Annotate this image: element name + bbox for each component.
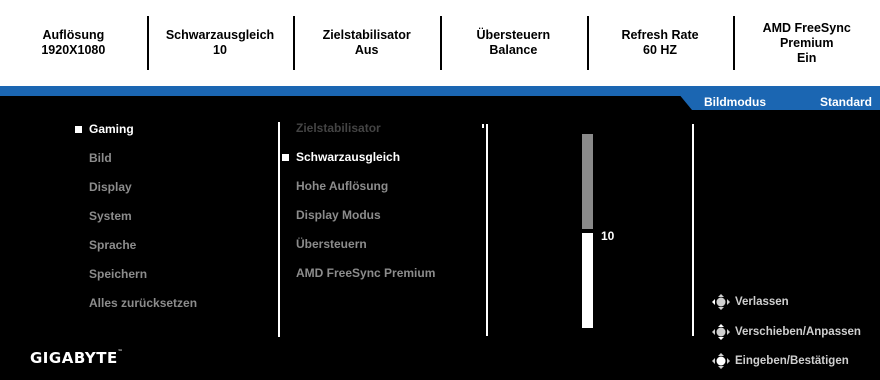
info-label-line2: Premium — [779, 35, 834, 50]
joystick-icon — [710, 293, 732, 311]
hint-label: Verschieben/Anpassen — [735, 326, 861, 338]
main-menu: Gaming Bild Display System Sprache Speic… — [74, 115, 197, 318]
joystick-icon — [710, 323, 732, 341]
hint-move-adjust: Verschieben/Anpassen — [710, 323, 861, 341]
info-aim-stabilizer: Zielstabilisator Aus — [293, 0, 440, 86]
main-menu-item-gaming[interactable]: Gaming — [74, 115, 197, 144]
submenu-item-freesync-premium[interactable]: AMD FreeSync Premium — [296, 259, 435, 288]
value-divider — [692, 124, 694, 336]
main-menu-item-language[interactable]: Sprache — [89, 231, 197, 260]
info-label: Refresh Rate — [621, 28, 699, 42]
info-label: Auflösung — [42, 28, 105, 42]
option-column-marker — [482, 124, 484, 128]
submenu-item-overdrive[interactable]: Übersteuern — [296, 230, 435, 259]
menu-divider — [278, 122, 280, 337]
info-label: AMD FreeSync — [762, 20, 851, 35]
info-value: Aus — [354, 43, 379, 57]
info-resolution: Auflösung 1920X1080 — [0, 0, 147, 86]
slider-value: 10 — [601, 229, 615, 243]
slider-thumb[interactable] — [581, 229, 594, 233]
hint-exit: Verlassen — [710, 293, 789, 311]
main-menu-item-display[interactable]: Display — [89, 173, 197, 202]
picture-mode-label: Bildmodus — [704, 94, 766, 109]
submenu-item-display-mode[interactable]: Display Modus — [296, 201, 435, 230]
hint-enter-confirm: Eingeben/Bestätigen — [710, 352, 849, 370]
info-freesync: AMD FreeSync Premium Ein — [733, 0, 880, 86]
main-menu-item-system[interactable]: System — [89, 202, 197, 231]
info-label: Übersteuern — [476, 28, 551, 42]
hint-label: Verlassen — [735, 296, 789, 308]
joystick-icon — [710, 352, 732, 370]
submenu-divider — [486, 124, 488, 336]
info-refresh-rate: Refresh Rate 60 HZ — [586, 0, 734, 86]
submenu-item-super-resolution[interactable]: Hohe Auflösung — [296, 172, 435, 201]
main-menu-item-picture[interactable]: Bild — [89, 144, 197, 173]
info-value: Balance — [489, 43, 538, 57]
brand-name: GIGABYTE — [30, 349, 118, 367]
submenu-item-aim-stabilizer[interactable]: Zielstabilisator — [296, 114, 435, 143]
black-equalizer-slider[interactable] — [581, 134, 594, 328]
picture-mode-bar: Bildmodus Standard — [678, 93, 880, 110]
slider-fill — [582, 134, 593, 229]
status-info-bar: Auflösung 1920X1080 Schwarzausgleich 10 … — [0, 0, 880, 86]
info-value: 60 HZ — [643, 43, 678, 57]
gaming-submenu: Zielstabilisator Schwarzausgleich Hohe A… — [281, 114, 435, 288]
main-menu-item-save[interactable]: Speichern — [89, 260, 197, 289]
main-menu-item-reset-all[interactable]: Alles zurücksetzen — [89, 289, 197, 318]
info-value: 1920X1080 — [41, 43, 106, 57]
gigabyte-logo: GIGABYTE™ — [30, 349, 124, 367]
hint-label: Eingeben/Bestätigen — [735, 355, 849, 367]
info-black-equalizer: Schwarzausgleich 10 — [146, 0, 294, 86]
info-label: Schwarzausgleich — [165, 28, 275, 42]
picture-mode-value: Standard — [819, 94, 872, 109]
info-label: Zielstabilisator — [322, 28, 411, 42]
info-overdrive: Übersteuern Balance — [440, 0, 587, 86]
info-value: Ein — [796, 50, 817, 65]
submenu-item-black-equalizer[interactable]: Schwarzausgleich — [281, 143, 435, 172]
info-value: 10 — [213, 43, 227, 57]
